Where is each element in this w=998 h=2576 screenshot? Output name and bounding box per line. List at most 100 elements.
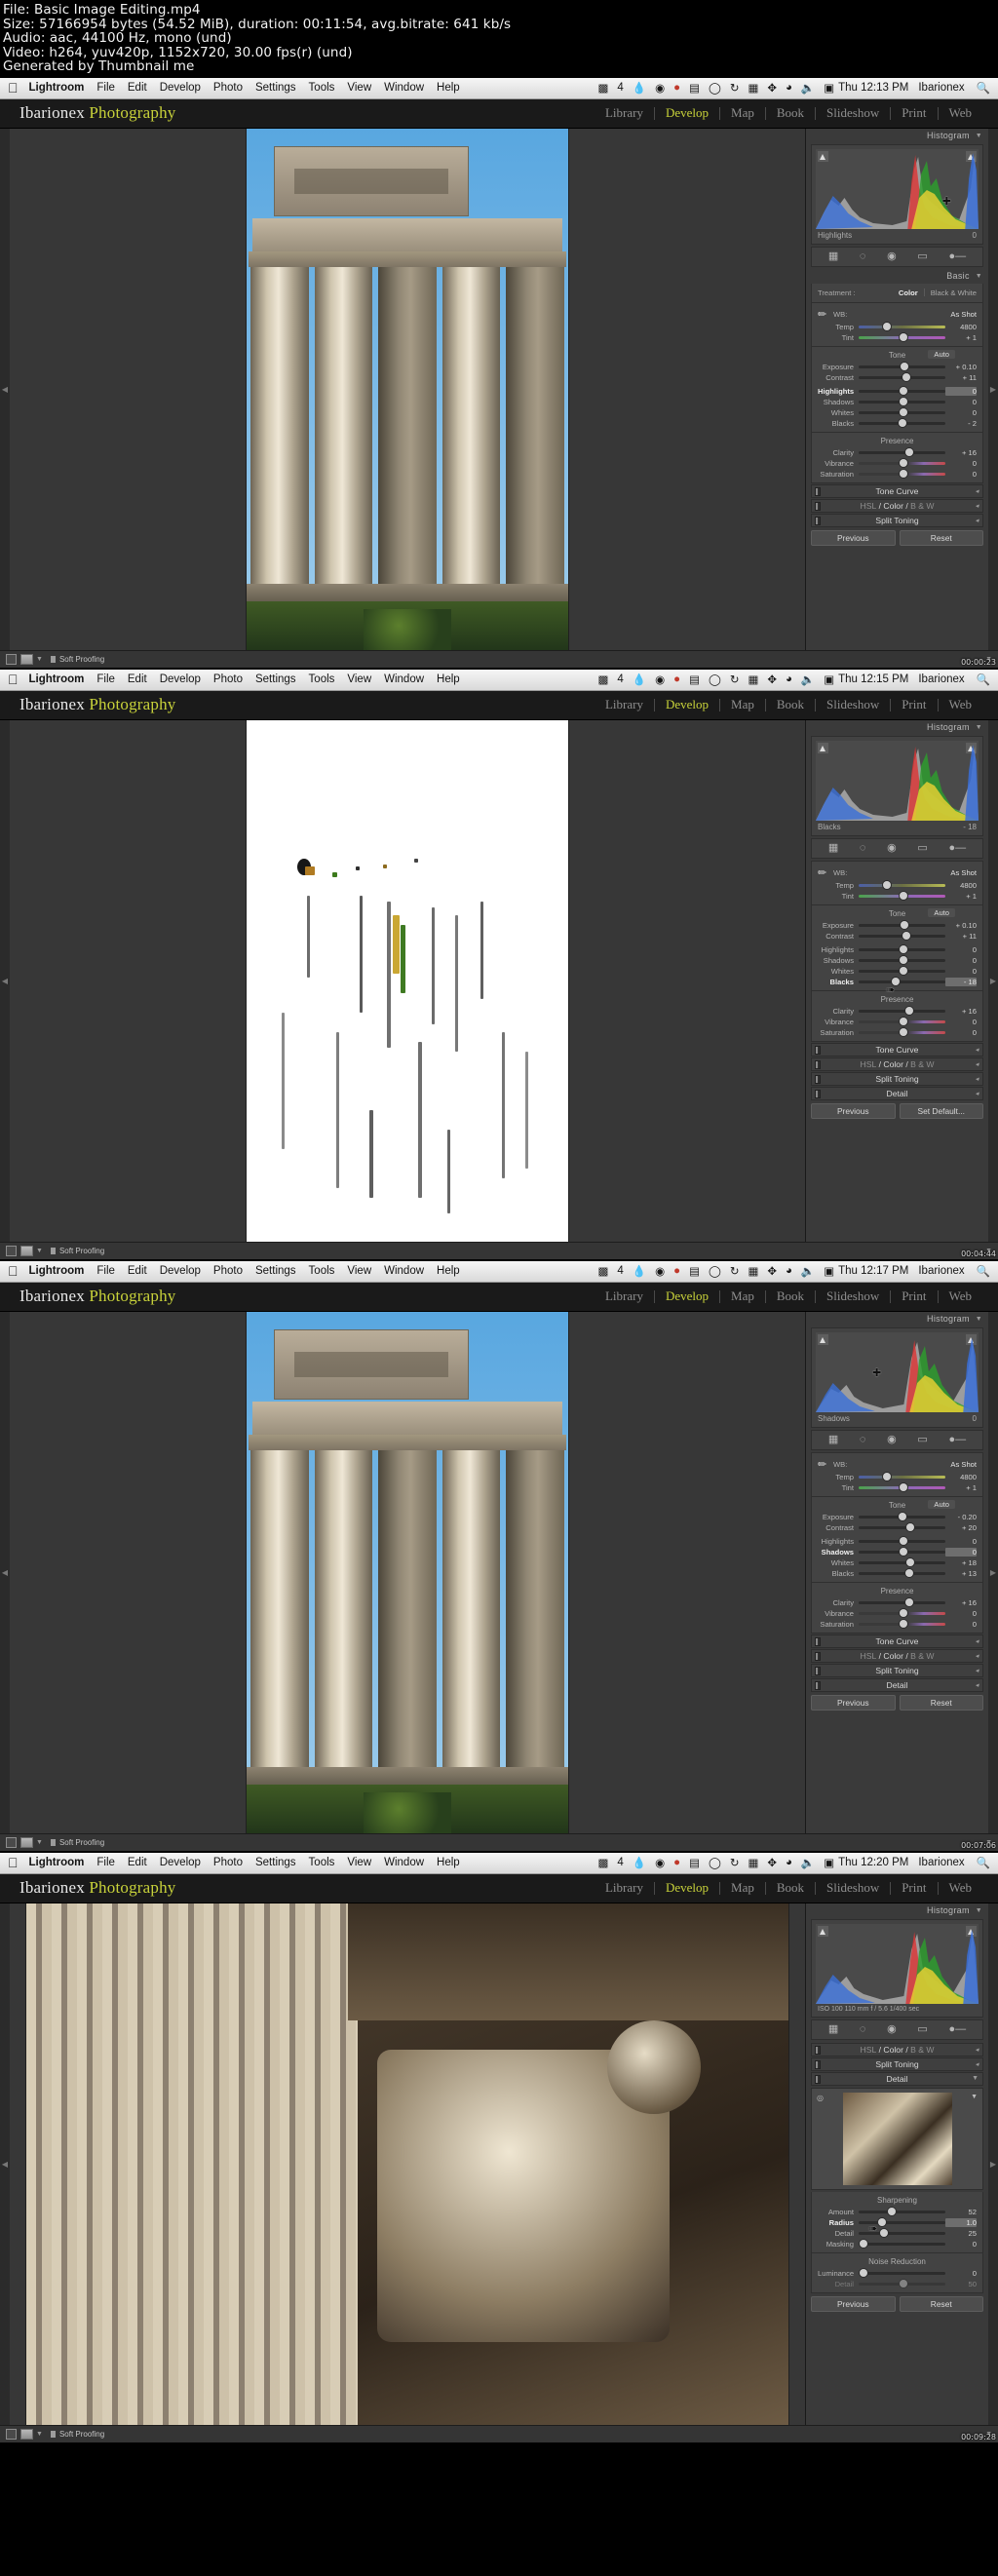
luminance-track[interactable] — [859, 2268, 945, 2277]
hsl-color-bw-section[interactable]: HSL / Color / B & W ◂ — [811, 2042, 983, 2057]
module-map[interactable]: Map — [720, 1288, 765, 1304]
hsl-title[interactable]: HSL — [861, 501, 877, 511]
menu-file[interactable]: File — [96, 673, 115, 685]
exposure-slider-row[interactable]: Exposure + 0.10 — [812, 920, 982, 931]
apple-logo-icon[interactable]:  — [8, 1856, 19, 1869]
contrast-track[interactable] — [859, 1522, 945, 1531]
panel-switch-icon[interactable] — [815, 486, 821, 496]
tint-track[interactable] — [859, 891, 945, 900]
temp-track[interactable] — [859, 322, 945, 330]
temp-knob[interactable] — [882, 880, 891, 889]
apple-logo-icon[interactable]:  — [8, 81, 19, 95]
compare-view-icon[interactable] — [20, 653, 33, 665]
menu-settings[interactable]: Settings — [255, 1265, 296, 1277]
nr-detail-slider-row[interactable]: Detail 50 — [812, 2279, 982, 2289]
graduated-filter-tool-icon[interactable]: ▭ — [917, 2023, 927, 2035]
menu-file[interactable]: File — [96, 1857, 115, 1868]
photo-preview[interactable] — [247, 128, 568, 650]
vibrance-slider-row[interactable]: Vibrance 0 — [812, 1017, 982, 1027]
chevron-left-icon[interactable]: ◂ — [975, 1652, 979, 1660]
panel-switch-icon[interactable] — [815, 501, 821, 511]
menubar-user[interactable]: Ibarionex — [918, 1857, 964, 1868]
panel-switch-icon[interactable] — [815, 1636, 821, 1646]
loupe-view-icon[interactable] — [6, 2428, 17, 2440]
blacks-knob[interactable] — [905, 1568, 914, 1577]
detail-track[interactable] — [859, 2228, 945, 2237]
panel-switch-icon[interactable] — [815, 2045, 821, 2055]
contrast-knob[interactable] — [902, 372, 910, 381]
panel-switch-icon[interactable] — [815, 516, 821, 525]
printer-icon[interactable]: ▤ — [689, 81, 700, 95]
highlights-knob[interactable] — [899, 1536, 907, 1545]
color-title[interactable]: Color — [883, 1651, 903, 1661]
masking-knob[interactable] — [859, 2239, 867, 2248]
clarity-track[interactable] — [859, 1006, 945, 1015]
timemachine-icon[interactable]: ◯ — [709, 673, 721, 686]
display-icon[interactable]: ▦ — [748, 81, 758, 95]
saturation-track[interactable] — [859, 1619, 945, 1628]
highlights-slider-row[interactable]: Highlights 0 — [812, 1536, 982, 1547]
loupe-view-icon[interactable] — [6, 1245, 17, 1256]
hsl-color-bw-section[interactable]: HSL / Color / B & W ◂ — [811, 1057, 983, 1071]
panel-switch-icon[interactable] — [815, 2074, 821, 2084]
adjustment-brush-tool-icon[interactable]: ●— — [948, 2023, 966, 2035]
clarity-slider-row[interactable]: Clarity + 16 — [812, 1597, 982, 1608]
menubar-user[interactable]: Ibarionex — [918, 1265, 964, 1277]
menu-lightroom[interactable]: Lightroom — [29, 1857, 85, 1868]
module-slideshow[interactable]: Slideshow — [816, 1880, 890, 1896]
shadows-track[interactable] — [859, 397, 945, 405]
menu-help[interactable]: Help — [437, 1265, 460, 1277]
shadows-slider-row[interactable]: Shadows 0 — [812, 1547, 982, 1557]
graduated-filter-tool-icon[interactable]: ▭ — [917, 1434, 927, 1445]
chevron-left-icon[interactable]: ◂ — [975, 1667, 979, 1674]
vibrance-track[interactable] — [859, 458, 945, 467]
highlights-knob[interactable] — [899, 944, 907, 953]
module-book[interactable]: Book — [766, 697, 815, 712]
menu-window[interactable]: Window — [384, 82, 424, 94]
module-print[interactable]: Print — [891, 1288, 937, 1304]
wifi-icon[interactable]: ◕ — [786, 82, 792, 94]
vibrance-knob[interactable] — [899, 458, 907, 467]
menubar-user[interactable]: Ibarionex — [918, 82, 964, 94]
panel-switch-icon[interactable] — [815, 1045, 821, 1055]
left-panel-toggle[interactable]: ◀ — [0, 1311, 10, 1833]
contrast-slider-row[interactable]: Contrast + 11 — [812, 931, 982, 942]
bw-title[interactable]: B & W — [910, 1059, 934, 1069]
vibrance-track[interactable] — [859, 1017, 945, 1025]
module-map[interactable]: Map — [720, 1880, 765, 1896]
menu-photo[interactable]: Photo — [213, 1857, 243, 1868]
color-title[interactable]: Color — [883, 1059, 903, 1069]
previous-button[interactable]: Previous — [811, 529, 896, 546]
whites-knob[interactable] — [905, 1557, 914, 1566]
clarity-slider-row[interactable]: Clarity + 16 — [812, 1006, 982, 1017]
audio-meter-icon[interactable]: ▩ — [597, 1264, 608, 1278]
eyedropper-icon[interactable]: ✏ — [818, 308, 833, 322]
display-icon[interactable]: ▦ — [748, 1264, 758, 1278]
image-canvas[interactable] — [10, 128, 805, 650]
soft-proofing-checkbox[interactable] — [50, 2430, 56, 2438]
menu-help[interactable]: Help — [437, 82, 460, 94]
saturation-knob[interactable] — [899, 469, 907, 478]
histogram-header[interactable]: Histogram ▼ — [806, 128, 988, 143]
globe-icon[interactable]: ◉ — [655, 673, 665, 686]
wifi-icon[interactable]: ◕ — [786, 1265, 792, 1277]
menu-help[interactable]: Help — [437, 673, 460, 685]
tone-curve-section[interactable]: Tone Curve ◂ — [811, 1042, 983, 1057]
calendar-icon[interactable]: ▣ — [824, 81, 834, 95]
spot-removal-tool-icon[interactable]: ◌ — [860, 2023, 866, 2035]
adjustment-brush-tool-icon[interactable]: ●— — [948, 250, 966, 262]
module-web[interactable]: Web — [939, 1880, 983, 1896]
red-eye-tool-icon[interactable]: ◉ — [887, 842, 897, 854]
blacks-track[interactable] — [859, 977, 945, 985]
whites-knob[interactable] — [899, 966, 907, 975]
chevron-down-icon[interactable]: ▼ — [976, 1907, 982, 1914]
bluetooth-icon[interactable]: ✥ — [767, 81, 777, 95]
tint-slider-row[interactable]: Tint + 1 — [812, 891, 982, 902]
chevron-down-icon[interactable]: ▼ — [36, 1839, 43, 1846]
printer-icon[interactable]: ▤ — [689, 1856, 700, 1869]
set-default-button[interactable]: Set Default... — [899, 1102, 983, 1119]
temp-knob[interactable] — [882, 1472, 891, 1480]
volume-icon[interactable]: 🔈 — [801, 673, 815, 686]
crop-tool-icon[interactable]: ▦ — [828, 2023, 838, 2035]
compare-view-icon[interactable] — [20, 1836, 33, 1848]
